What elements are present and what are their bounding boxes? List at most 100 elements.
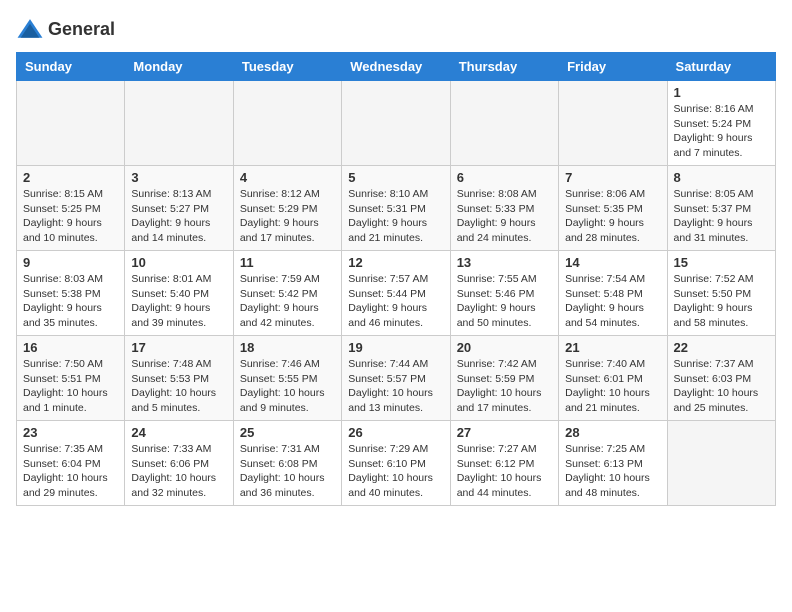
calendar-cell: 14 Sunrise: 7:54 AM Sunset: 5:48 PM Dayli… [559, 251, 667, 336]
day-number: 7 [565, 170, 660, 185]
calendar-cell: 3 Sunrise: 8:13 AM Sunset: 5:27 PM Daylig… [125, 166, 233, 251]
day-info: Sunrise: 7:42 AM Sunset: 5:59 PM Dayligh… [457, 357, 552, 416]
calendar-cell: 17 Sunrise: 7:48 AM Sunset: 5:53 PM Dayli… [125, 336, 233, 421]
day-number: 12 [348, 255, 443, 270]
header-friday: Friday [559, 53, 667, 81]
day-info: Sunrise: 7:52 AM Sunset: 5:50 PM Dayligh… [674, 272, 769, 331]
day-number: 25 [240, 425, 335, 440]
calendar-cell: 28 Sunrise: 7:25 AM Sunset: 6:13 PM Dayli… [559, 421, 667, 506]
calendar-cell: 20 Sunrise: 7:42 AM Sunset: 5:59 PM Dayli… [450, 336, 558, 421]
calendar-cell: 15 Sunrise: 7:52 AM Sunset: 5:50 PM Dayli… [667, 251, 775, 336]
day-number: 15 [674, 255, 769, 270]
header-monday: Monday [125, 53, 233, 81]
day-info: Sunrise: 7:37 AM Sunset: 6:03 PM Dayligh… [674, 357, 769, 416]
day-number: 3 [131, 170, 226, 185]
day-number: 21 [565, 340, 660, 355]
day-info: Sunrise: 8:05 AM Sunset: 5:37 PM Dayligh… [674, 187, 769, 246]
calendar-cell [233, 81, 341, 166]
day-info: Sunrise: 8:13 AM Sunset: 5:27 PM Dayligh… [131, 187, 226, 246]
header-saturday: Saturday [667, 53, 775, 81]
day-number: 27 [457, 425, 552, 440]
day-info: Sunrise: 8:15 AM Sunset: 5:25 PM Dayligh… [23, 187, 118, 246]
day-number: 9 [23, 255, 118, 270]
day-number: 28 [565, 425, 660, 440]
day-number: 13 [457, 255, 552, 270]
logo-text: General [48, 20, 115, 40]
day-info: Sunrise: 7:33 AM Sunset: 6:06 PM Dayligh… [131, 442, 226, 501]
day-number: 24 [131, 425, 226, 440]
day-info: Sunrise: 7:40 AM Sunset: 6:01 PM Dayligh… [565, 357, 660, 416]
day-info: Sunrise: 7:50 AM Sunset: 5:51 PM Dayligh… [23, 357, 118, 416]
day-info: Sunrise: 7:25 AM Sunset: 6:13 PM Dayligh… [565, 442, 660, 501]
day-number: 20 [457, 340, 552, 355]
calendar-cell [342, 81, 450, 166]
header-sunday: Sunday [17, 53, 125, 81]
day-number: 11 [240, 255, 335, 270]
calendar-week-3: 9Sunrise: 8:03 AM Sunset: 5:38 PM Daylig… [17, 251, 776, 336]
day-info: Sunrise: 8:12 AM Sunset: 5:29 PM Dayligh… [240, 187, 335, 246]
day-number: 26 [348, 425, 443, 440]
calendar-cell: 25 Sunrise: 7:31 AM Sunset: 6:08 PM Dayli… [233, 421, 341, 506]
logo: General [16, 16, 115, 44]
day-number: 4 [240, 170, 335, 185]
calendar-cell: 13 Sunrise: 7:55 AM Sunset: 5:46 PM Dayli… [450, 251, 558, 336]
header-wednesday: Wednesday [342, 53, 450, 81]
day-number: 8 [674, 170, 769, 185]
day-info: Sunrise: 7:57 AM Sunset: 5:44 PM Dayligh… [348, 272, 443, 331]
day-info: Sunrise: 8:01 AM Sunset: 5:40 PM Dayligh… [131, 272, 226, 331]
calendar-cell: 1 Sunrise: 8:16 AM Sunset: 5:24 PM Daylig… [667, 81, 775, 166]
calendar-week-2: 2Sunrise: 8:15 AM Sunset: 5:25 PM Daylig… [17, 166, 776, 251]
day-number: 18 [240, 340, 335, 355]
day-info: Sunrise: 7:35 AM Sunset: 6:04 PM Dayligh… [23, 442, 118, 501]
calendar-cell: 4 Sunrise: 8:12 AM Sunset: 5:29 PM Daylig… [233, 166, 341, 251]
day-info: Sunrise: 7:29 AM Sunset: 6:10 PM Dayligh… [348, 442, 443, 501]
page-header: General [16, 16, 776, 44]
day-info: Sunrise: 7:27 AM Sunset: 6:12 PM Dayligh… [457, 442, 552, 501]
calendar-cell [450, 81, 558, 166]
day-info: Sunrise: 8:08 AM Sunset: 5:33 PM Dayligh… [457, 187, 552, 246]
calendar-cell: 22 Sunrise: 7:37 AM Sunset: 6:03 PM Dayli… [667, 336, 775, 421]
calendar-cell: 19 Sunrise: 7:44 AM Sunset: 5:57 PM Dayli… [342, 336, 450, 421]
calendar-cell: 12 Sunrise: 7:57 AM Sunset: 5:44 PM Dayli… [342, 251, 450, 336]
calendar-cell: 7Sunrise: 8:06 AM Sunset: 5:35 PM Daylig… [559, 166, 667, 251]
calendar-cell: 11 Sunrise: 7:59 AM Sunset: 5:42 PM Dayli… [233, 251, 341, 336]
header-thursday: Thursday [450, 53, 558, 81]
calendar-week-1: 1 Sunrise: 8:16 AM Sunset: 5:24 PM Daylig… [17, 81, 776, 166]
day-info: Sunrise: 7:54 AM Sunset: 5:48 PM Dayligh… [565, 272, 660, 331]
day-number: 19 [348, 340, 443, 355]
logo-icon [16, 16, 44, 44]
calendar-cell: 2Sunrise: 8:15 AM Sunset: 5:25 PM Daylig… [17, 166, 125, 251]
day-info: Sunrise: 7:44 AM Sunset: 5:57 PM Dayligh… [348, 357, 443, 416]
day-info: Sunrise: 7:31 AM Sunset: 6:08 PM Dayligh… [240, 442, 335, 501]
day-info: Sunrise: 7:55 AM Sunset: 5:46 PM Dayligh… [457, 272, 552, 331]
day-number: 10 [131, 255, 226, 270]
day-number: 6 [457, 170, 552, 185]
day-number: 5 [348, 170, 443, 185]
calendar: SundayMondayTuesdayWednesdayThursdayFrid… [16, 52, 776, 506]
header-tuesday: Tuesday [233, 53, 341, 81]
day-info: Sunrise: 7:48 AM Sunset: 5:53 PM Dayligh… [131, 357, 226, 416]
calendar-cell: 26 Sunrise: 7:29 AM Sunset: 6:10 PM Dayli… [342, 421, 450, 506]
calendar-cell: 6 Sunrise: 8:08 AM Sunset: 5:33 PM Daylig… [450, 166, 558, 251]
calendar-week-5: 23 Sunrise: 7:35 AM Sunset: 6:04 PM Dayli… [17, 421, 776, 506]
day-number: 16 [23, 340, 118, 355]
calendar-cell [125, 81, 233, 166]
calendar-cell [559, 81, 667, 166]
calendar-cell: 24 Sunrise: 7:33 AM Sunset: 6:06 PM Dayli… [125, 421, 233, 506]
calendar-cell: 8 Sunrise: 8:05 AM Sunset: 5:37 PM Daylig… [667, 166, 775, 251]
day-number: 14 [565, 255, 660, 270]
day-number: 1 [674, 85, 769, 100]
calendar-cell: 9Sunrise: 8:03 AM Sunset: 5:38 PM Daylig… [17, 251, 125, 336]
calendar-cell: 5Sunrise: 8:10 AM Sunset: 5:31 PM Daylig… [342, 166, 450, 251]
calendar-cell [17, 81, 125, 166]
calendar-cell: 10 Sunrise: 8:01 AM Sunset: 5:40 PM Dayli… [125, 251, 233, 336]
day-info: Sunrise: 8:16 AM Sunset: 5:24 PM Dayligh… [674, 102, 769, 161]
calendar-header-row: SundayMondayTuesdayWednesdayThursdayFrid… [17, 53, 776, 81]
calendar-week-4: 16 Sunrise: 7:50 AM Sunset: 5:51 PM Dayli… [17, 336, 776, 421]
calendar-cell: 21 Sunrise: 7:40 AM Sunset: 6:01 PM Dayli… [559, 336, 667, 421]
day-number: 23 [23, 425, 118, 440]
calendar-cell [667, 421, 775, 506]
day-number: 22 [674, 340, 769, 355]
day-info: Sunrise: 7:59 AM Sunset: 5:42 PM Dayligh… [240, 272, 335, 331]
day-number: 17 [131, 340, 226, 355]
